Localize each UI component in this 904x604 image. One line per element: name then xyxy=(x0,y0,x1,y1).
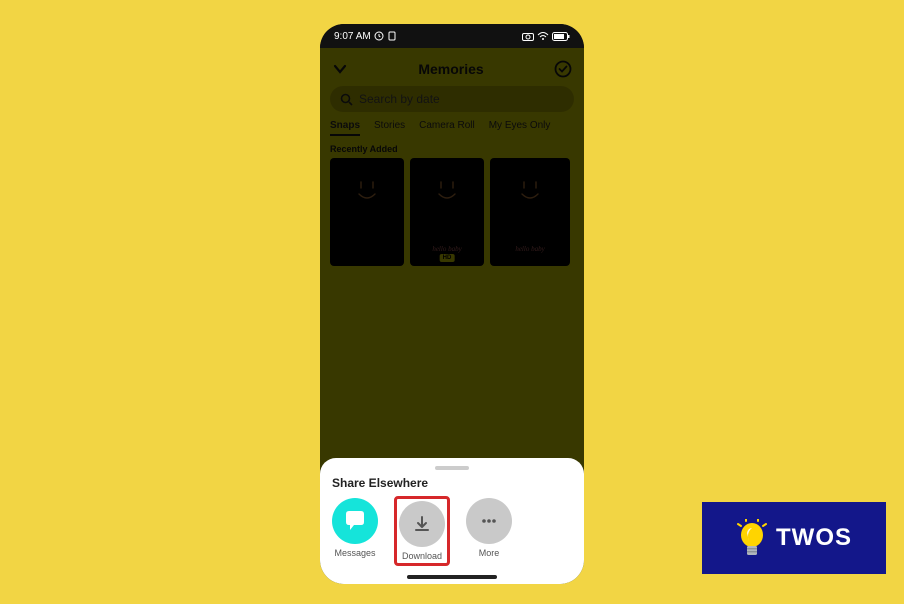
phone-frame: 9:07 AM xyxy=(320,24,584,584)
status-time: 9:07 AM xyxy=(334,31,371,42)
download-icon xyxy=(399,501,445,547)
share-label: More xyxy=(479,548,500,558)
share-item-messages[interactable]: Messages xyxy=(332,498,378,558)
share-row: Messages Download More xyxy=(332,498,572,566)
sheet-grabber[interactable] xyxy=(435,466,469,470)
share-item-download[interactable]: Download xyxy=(399,501,445,561)
lightbulb-icon xyxy=(736,519,768,557)
screen: Memories Search by date Snaps Stories Ca… xyxy=(320,48,584,584)
camera-icon xyxy=(522,32,534,41)
battery-icon xyxy=(552,32,570,41)
share-title: Share Elsewhere xyxy=(332,476,572,490)
share-sheet: Share Elsewhere Messages Download xyxy=(320,458,584,584)
share-item-more[interactable]: More xyxy=(466,498,512,558)
logo-text: TWOS xyxy=(776,524,852,552)
home-indicator[interactable] xyxy=(407,575,497,579)
clock-icon xyxy=(374,31,384,41)
share-label: Messages xyxy=(334,548,375,558)
note-icon xyxy=(387,31,397,41)
messages-icon xyxy=(332,498,378,544)
share-label: Download xyxy=(402,551,442,561)
wifi-icon xyxy=(537,32,549,41)
logo-badge: TWOS xyxy=(702,502,886,574)
more-icon xyxy=(466,498,512,544)
status-bar: 9:07 AM xyxy=(320,24,584,48)
download-highlight: Download xyxy=(394,496,450,566)
